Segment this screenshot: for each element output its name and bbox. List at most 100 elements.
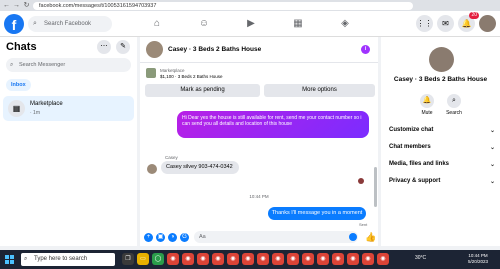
taskbar-apps: ❐ ▭ ◯ ◉ ◉ ◉ ◉ ◉ ◉ ◉ ◉ ◉ ◉ ◉ ◉ ◉ ◉ ◉ bbox=[122, 253, 389, 265]
details-avatar[interactable] bbox=[429, 47, 454, 72]
plus-icon[interactable]: + bbox=[144, 233, 153, 242]
marketplace-listing-card: Marketplace $1,100 · 3 Beds 2 Baths Hous… bbox=[144, 66, 375, 99]
search-icon[interactable]: ⌕ bbox=[447, 94, 461, 108]
chrome-icon[interactable]: ◉ bbox=[227, 253, 239, 265]
info-icon[interactable]: i bbox=[361, 45, 370, 54]
messenger-search-input[interactable]: ⌕ Search Messenger bbox=[6, 58, 131, 72]
menu-grid-icon[interactable]: ⋮⋮ bbox=[416, 15, 433, 32]
message-composer: + ▣ ◑ G Aa 👍 bbox=[140, 229, 378, 246]
chrome-icon[interactable]: ◉ bbox=[182, 253, 194, 265]
chrome-icon[interactable]: ◉ bbox=[197, 253, 209, 265]
message-input[interactable]: Aa bbox=[194, 231, 358, 243]
conversation-scrollbar[interactable] bbox=[374, 167, 377, 207]
conversation-item-marketplace[interactable]: ▦ Marketplace · 1m bbox=[3, 96, 134, 121]
section-label: Customize chat bbox=[389, 127, 434, 133]
listing-price-title[interactable]: $1,100 · 3 Beds 2 Baths House bbox=[160, 74, 223, 79]
more-options-icon[interactable]: ⋯ bbox=[97, 40, 111, 54]
facebook-logo[interactable]: f bbox=[4, 14, 24, 34]
chrome-icon[interactable]: ◉ bbox=[257, 253, 269, 265]
new-message-icon[interactable]: ✎ bbox=[116, 40, 130, 54]
listing-source-label: Marketplace bbox=[160, 68, 185, 73]
weather-temperature[interactable]: 30°C bbox=[415, 255, 426, 261]
facebook-search-placeholder: Search Facebook bbox=[44, 21, 92, 27]
section-label: Media, files and links bbox=[389, 161, 450, 167]
mark-as-pending-button[interactable]: Mark as pending bbox=[145, 84, 260, 97]
taskbar-search-placeholder: Type here to search bbox=[34, 256, 88, 262]
notification-badge: 20 bbox=[469, 12, 479, 19]
message-timestamp: 10:44 PM bbox=[249, 194, 269, 199]
more-options-button[interactable]: More options bbox=[264, 84, 375, 97]
chevron-down-icon: ⌄ bbox=[489, 179, 495, 185]
search-icon: ⌕ bbox=[10, 62, 14, 68]
emoji-icon[interactable] bbox=[349, 233, 357, 241]
sticker-icon[interactable]: ◑ bbox=[168, 233, 177, 242]
conversation-header: Casey · 3 Beds 2 Baths House i bbox=[140, 37, 378, 63]
mute-bell-icon[interactable]: 🔔 bbox=[420, 94, 434, 108]
chats-title: Chats bbox=[6, 41, 37, 53]
clock-date: 5/20/2023 bbox=[468, 259, 489, 264]
conversation-panel: Casey · 3 Beds 2 Baths House i Marketpla… bbox=[140, 37, 378, 246]
chrome-icon[interactable]: ◉ bbox=[302, 253, 314, 265]
section-label: Privacy & support bbox=[389, 178, 441, 184]
header-actions: ⋮⋮ ✉ 🔔 20 bbox=[416, 12, 496, 32]
home-icon[interactable]: ⌂ bbox=[150, 15, 164, 33]
chats-sidebar: Chats ⋯ ✎ ⌕ Search Messenger Inbox ▦ Mar… bbox=[0, 37, 137, 246]
chevron-down-icon: ⌄ bbox=[489, 128, 495, 134]
chrome-icon[interactable]: ◉ bbox=[242, 253, 254, 265]
main-nav: ⌂ ☺ ▶ ▦ ◈ bbox=[150, 15, 352, 33]
facebook-header: f ⌕ Search Facebook ⌂ ☺ ▶ ▦ ◈ ⋮⋮ ✉ 🔔 20 bbox=[0, 11, 500, 37]
marketplace-store-icon: ▦ bbox=[8, 100, 25, 117]
friends-icon[interactable]: ☺ bbox=[197, 15, 211, 33]
search-icon: ⌕ bbox=[33, 20, 37, 27]
marketplace-icon[interactable]: ▦ bbox=[291, 15, 305, 33]
windows-taskbar: ⌕ Type here to search ❐ ▭ ◯ ◉ ◉ ◉ ◉ ◉ ◉ … bbox=[0, 250, 500, 269]
incoming-message: Casey silvey 903-474-0342 bbox=[161, 161, 239, 174]
sender-avatar bbox=[147, 164, 157, 174]
file-explorer-icon[interactable]: ▭ bbox=[137, 253, 149, 265]
chrome-icon[interactable]: ◉ bbox=[377, 253, 389, 265]
gif-icon[interactable]: G bbox=[180, 233, 189, 242]
message-sender-name: Casey bbox=[165, 155, 178, 160]
customize-chat-section[interactable]: Customize chat ⌄ bbox=[389, 127, 497, 134]
screen: ← → ↻ facebook.com/messages/t/1005316159… bbox=[0, 0, 500, 269]
media-files-links-section[interactable]: Media, files and links ⌄ bbox=[389, 161, 497, 168]
gaming-icon[interactable]: ◈ bbox=[338, 15, 352, 33]
browser-toolbar: ← → ↻ facebook.com/messages/t/1005316159… bbox=[0, 0, 500, 11]
chrome-icon[interactable]: ◉ bbox=[212, 253, 224, 265]
listing-thumbnail[interactable] bbox=[146, 68, 156, 78]
whatsapp-icon[interactable]: ◯ bbox=[152, 253, 164, 265]
image-icon[interactable]: ▣ bbox=[156, 233, 165, 242]
chrome-icon[interactable]: ◉ bbox=[317, 253, 329, 265]
conversation-header-title[interactable]: Casey · 3 Beds 2 Baths House bbox=[168, 46, 261, 53]
chrome-icon[interactable]: ◉ bbox=[287, 253, 299, 265]
inbox-tab[interactable]: Inbox bbox=[6, 79, 31, 91]
chat-members-section[interactable]: Chat members ⌄ bbox=[389, 144, 497, 151]
facebook-search-input[interactable]: ⌕ Search Facebook bbox=[28, 16, 112, 32]
task-view-icon[interactable]: ❐ bbox=[122, 253, 134, 265]
watch-icon[interactable]: ▶ bbox=[244, 15, 258, 33]
back-icon[interactable]: ← bbox=[3, 0, 10, 11]
contact-avatar[interactable] bbox=[146, 41, 163, 58]
forward-icon[interactable]: → bbox=[13, 0, 20, 11]
address-bar[interactable]: facebook.com/messages/t/1005316159470393… bbox=[33, 1, 413, 10]
chrome-icon[interactable]: ◉ bbox=[272, 253, 284, 265]
reload-icon[interactable]: ↻ bbox=[23, 0, 30, 11]
taskbar-clock[interactable]: 10:44 PM 5/20/2023 bbox=[468, 253, 488, 265]
conversation-title: Marketplace bbox=[30, 101, 63, 107]
profile-avatar[interactable] bbox=[479, 15, 496, 32]
chrome-icon[interactable]: ◉ bbox=[167, 253, 179, 265]
taskbar-search-input[interactable]: ⌕ Type here to search bbox=[21, 253, 115, 266]
chrome-icon[interactable]: ◉ bbox=[332, 253, 344, 265]
chrome-icon[interactable]: ◉ bbox=[362, 253, 374, 265]
search-icon: ⌕ bbox=[24, 256, 28, 262]
details-name: Casey · 3 Beds 2 Baths House bbox=[393, 76, 488, 83]
mute-label[interactable]: Mute bbox=[412, 110, 442, 116]
chrome-icon[interactable]: ◉ bbox=[347, 253, 359, 265]
notifications-bell-icon[interactable]: 🔔 20 bbox=[458, 12, 479, 32]
messenger-icon[interactable]: ✉ bbox=[437, 15, 454, 32]
thumbs-up-icon[interactable]: 👍 bbox=[365, 232, 376, 242]
search-label[interactable]: Search bbox=[439, 110, 469, 116]
windows-start-icon[interactable] bbox=[5, 255, 14, 264]
outgoing-message: Thanks I'll message you in a moment bbox=[268, 207, 366, 220]
privacy-support-section[interactable]: Privacy & support ⌄ bbox=[389, 178, 497, 185]
